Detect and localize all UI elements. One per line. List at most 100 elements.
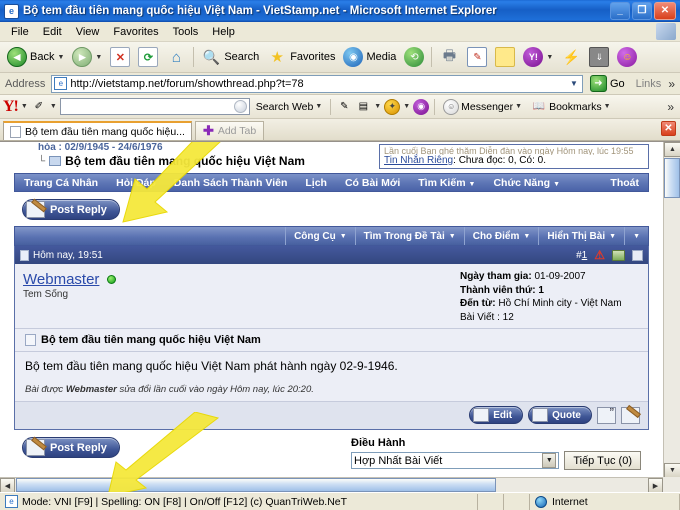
horizontal-scrollbar[interactable]: ◀ ▶ <box>0 477 663 492</box>
antispy-icon[interactable]: ◉ <box>413 98 430 115</box>
edit-post-button[interactable]: Edit <box>469 406 524 424</box>
thread-tool-tools[interactable]: Công Cụ ▼ <box>285 227 355 245</box>
stop-button[interactable]: ✕ <box>106 44 134 70</box>
chevron-down-icon[interactable]: ▼ <box>604 103 611 110</box>
menu-item-help[interactable]: Help <box>205 24 242 40</box>
history-button[interactable]: ⟲ <box>400 44 428 70</box>
messenger-button[interactable]: ☺ Messenger ▼ <box>440 98 525 115</box>
restore-button[interactable]: ❐ <box>632 2 652 20</box>
search-web-button[interactable]: Search Web ▼ <box>253 101 326 113</box>
close-button[interactable]: ✕ <box>654 2 676 20</box>
download-button[interactable]: ⇓ <box>585 44 613 70</box>
post-username[interactable]: Webmaster <box>23 271 99 288</box>
post-date-group: Hôm nay, 19:51 <box>20 249 103 261</box>
post-title-row: Bộ tem đầu tiên mang quốc hiệu Việt Nam <box>15 329 648 351</box>
tabs-icon[interactable]: ▤ <box>355 99 371 115</box>
chevron-down-icon[interactable]: ▼ <box>95 54 102 61</box>
nav-item-search[interactable]: Tìm Kiếm ▼ <box>409 177 484 189</box>
refresh-button[interactable]: ⟳ <box>134 44 162 70</box>
scroll-down-button[interactable]: ▼ <box>664 463 680 478</box>
back-label: Back <box>30 51 55 63</box>
multiquote-icon[interactable] <box>597 405 616 424</box>
highlighter-icon[interactable]: ✎ <box>336 99 352 115</box>
thread-tool-display[interactable]: Hiển Thị Bài ▼ <box>538 227 624 245</box>
back-button[interactable]: ◄ Back ▼ <box>3 44 68 70</box>
search-button[interactable]: 🔍 Search <box>197 44 263 70</box>
edit-button[interactable]: ✎ <box>463 44 491 70</box>
yahoo-button[interactable]: Y! ▼ <box>519 44 557 70</box>
bolt-button[interactable]: ⚡ <box>557 44 585 70</box>
scroll-right-button[interactable]: ▶ <box>648 478 663 492</box>
tab-close-button[interactable]: ✕ <box>661 121 676 136</box>
title-bar: e Bộ tem đầu tiên mang quốc hiệu Việt Na… <box>0 0 680 22</box>
horizontal-scroll-thumb[interactable] <box>16 478 496 492</box>
private-message-link[interactable]: Tin Nhắn Riêng <box>384 155 453 166</box>
breadcrumb-parent[interactable]: hòa : 02/9/1945 - 24/6/1976 <box>38 143 305 152</box>
media-button[interactable]: ◉ Media <box>339 44 400 70</box>
vertical-scroll-thumb[interactable] <box>664 158 680 198</box>
nav-item-profile[interactable]: Trang Cá Nhân <box>15 177 107 189</box>
post-reply-button-bottom[interactable]: Post Reply <box>22 437 120 458</box>
yahoo-overflow-icon[interactable]: » <box>667 100 677 114</box>
bookmarks-button[interactable]: 📖 Bookmarks ▼ <box>528 99 613 115</box>
quick-reply-icon[interactable] <box>621 406 640 424</box>
smiley-button[interactable]: ☺ <box>613 44 641 70</box>
search-web-label: Search Web <box>255 100 314 113</box>
post-user-rank: Tem Sống <box>23 289 69 300</box>
chevron-down-icon[interactable]: ▼ <box>403 103 410 110</box>
links-label[interactable]: Links <box>632 78 666 90</box>
minimize-button[interactable]: _ <box>610 2 630 20</box>
print-button[interactable]: 🖶 <box>435 44 463 70</box>
note-button[interactable] <box>491 44 519 70</box>
report-icon[interactable]: ⚠ <box>594 249 605 261</box>
chevron-down-icon[interactable]: ▼ <box>374 103 381 110</box>
go-button[interactable]: ➜ Go <box>586 75 629 92</box>
menu-item-favorites[interactable]: Favorites <box>106 24 165 40</box>
post-icon <box>20 249 29 261</box>
add-tab-label: Add Tab <box>217 125 257 137</box>
thread-tool-more[interactable]: ▼ <box>624 227 648 245</box>
scroll-up-button[interactable]: ▲ <box>664 142 680 157</box>
gear-icon[interactable]: ✦ <box>384 98 401 115</box>
menu-item-tools[interactable]: Tools <box>166 24 206 40</box>
pencil-icon[interactable]: ✐ <box>31 99 47 115</box>
nav-item-memberlist[interactable]: Danh Sách Thành Viên <box>165 177 297 189</box>
nav-item-calendar[interactable]: Lịch <box>296 177 336 189</box>
chevron-down-icon[interactable]: ▼ <box>570 79 580 88</box>
menu-item-edit[interactable]: Edit <box>36 24 69 40</box>
moderation-select[interactable]: Hợp Nhất Bài Viết ▼ <box>351 452 560 469</box>
nav-item-faq[interactable]: Hỏi Đáp <box>107 177 165 189</box>
home-button[interactable]: ⌂ <box>162 44 190 70</box>
thread-tool-searchthread[interactable]: Tìm Trong Đề Tài ▼ <box>354 227 464 245</box>
nav-item-functions[interactable]: Chức Năng ▼ <box>484 177 569 189</box>
forward-button[interactable]: ► ▼ <box>68 44 106 70</box>
address-input[interactable]: e http://vietstamp.net/forum/showthread.… <box>51 74 583 93</box>
post-title-icon <box>25 334 36 346</box>
post-reply-button-top[interactable]: Post Reply <box>22 199 120 220</box>
thread-tool-rate[interactable]: Cho Điểm ▼ <box>463 227 539 245</box>
chevron-down-icon[interactable]: ▼ <box>546 54 553 61</box>
chevron-down-icon[interactable]: ▼ <box>542 453 557 468</box>
nav-item-newposts[interactable]: Có Bài Mới <box>336 177 409 189</box>
favorites-button[interactable]: ★ Favorites <box>263 44 339 70</box>
menu-item-file[interactable]: File <box>4 24 36 40</box>
yahoo-search-input[interactable] <box>59 98 250 115</box>
quote-post-button[interactable]: Quote <box>528 406 592 424</box>
add-tab-button[interactable]: ✚ Add Tab <box>194 121 265 140</box>
chevron-down-icon[interactable]: ▼ <box>57 54 64 61</box>
toolbar-overflow-icon[interactable]: » <box>668 77 678 91</box>
user-status-icon[interactable] <box>612 249 625 261</box>
menu-item-view[interactable]: View <box>69 24 107 40</box>
chevron-down-icon[interactable]: ▼ <box>50 103 57 110</box>
chevron-down-icon[interactable]: ▼ <box>515 103 522 110</box>
nav-item-logout[interactable]: Thoát <box>601 177 648 189</box>
scroll-left-button[interactable]: ◀ <box>0 478 15 492</box>
chevron-down-icon[interactable]: ▼ <box>315 103 322 110</box>
select-post-checkbox[interactable] <box>632 249 643 261</box>
tab-active[interactable]: Bộ tem đầu tiên mang quốc hiệu... <box>3 121 192 140</box>
yahoo-logo[interactable]: Y! <box>3 98 19 116</box>
post-number[interactable]: ##11 <box>576 250 587 261</box>
moderation-go-button[interactable]: Tiếp Tục (0) <box>564 451 641 470</box>
vertical-scrollbar[interactable]: ▲ ▼ <box>663 142 680 478</box>
chevron-down-icon[interactable]: ▼ <box>21 103 28 110</box>
